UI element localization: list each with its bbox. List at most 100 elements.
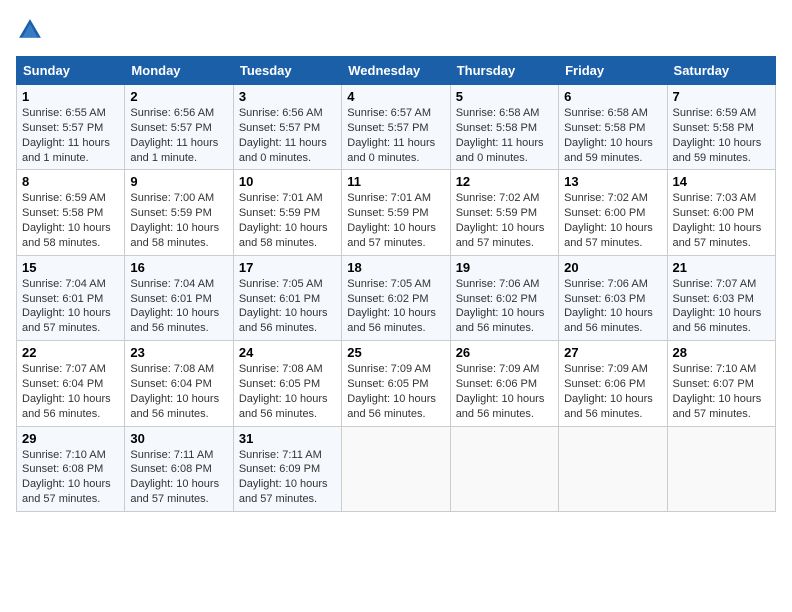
- day-number: 17: [239, 260, 336, 275]
- day-number: 9: [130, 174, 227, 189]
- day-cell-5: 5 Sunrise: 6:58 AM Sunset: 5:58 PM Dayli…: [450, 85, 558, 170]
- day-number: 1: [22, 89, 119, 104]
- day-info: Sunrise: 7:01 AM Sunset: 5:59 PM Dayligh…: [239, 191, 336, 250]
- day-number: 12: [456, 174, 553, 189]
- day-number: 8: [22, 174, 119, 189]
- logo-icon: [16, 16, 44, 44]
- day-number: 29: [22, 431, 119, 446]
- day-cell-4: 4 Sunrise: 6:57 AM Sunset: 5:57 PM Dayli…: [342, 85, 450, 170]
- day-info: Sunrise: 7:06 AM Sunset: 6:03 PM Dayligh…: [564, 277, 661, 336]
- day-info: Sunrise: 6:56 AM Sunset: 5:57 PM Dayligh…: [239, 106, 336, 165]
- day-cell-20: 20 Sunrise: 7:06 AM Sunset: 6:03 PM Dayl…: [559, 255, 667, 340]
- day-info: Sunrise: 6:58 AM Sunset: 5:58 PM Dayligh…: [564, 106, 661, 165]
- day-cell-21: 21 Sunrise: 7:07 AM Sunset: 6:03 PM Dayl…: [667, 255, 775, 340]
- day-info: Sunrise: 7:03 AM Sunset: 6:00 PM Dayligh…: [673, 191, 770, 250]
- logo: [16, 16, 48, 44]
- day-number: 5: [456, 89, 553, 104]
- day-cell-22: 22 Sunrise: 7:07 AM Sunset: 6:04 PM Dayl…: [17, 341, 125, 426]
- empty-cell: [342, 426, 450, 511]
- day-cell-7: 7 Sunrise: 6:59 AM Sunset: 5:58 PM Dayli…: [667, 85, 775, 170]
- day-info: Sunrise: 7:04 AM Sunset: 6:01 PM Dayligh…: [22, 277, 119, 336]
- day-number: 2: [130, 89, 227, 104]
- day-number: 27: [564, 345, 661, 360]
- day-cell-18: 18 Sunrise: 7:05 AM Sunset: 6:02 PM Dayl…: [342, 255, 450, 340]
- day-number: 28: [673, 345, 770, 360]
- column-header-tuesday: Tuesday: [233, 57, 341, 85]
- day-cell-24: 24 Sunrise: 7:08 AM Sunset: 6:05 PM Dayl…: [233, 341, 341, 426]
- day-cell-27: 27 Sunrise: 7:09 AM Sunset: 6:06 PM Dayl…: [559, 341, 667, 426]
- day-info: Sunrise: 6:59 AM Sunset: 5:58 PM Dayligh…: [673, 106, 770, 165]
- day-number: 14: [673, 174, 770, 189]
- day-info: Sunrise: 7:06 AM Sunset: 6:02 PM Dayligh…: [456, 277, 553, 336]
- day-number: 4: [347, 89, 444, 104]
- day-info: Sunrise: 7:05 AM Sunset: 6:01 PM Dayligh…: [239, 277, 336, 336]
- day-cell-3: 3 Sunrise: 6:56 AM Sunset: 5:57 PM Dayli…: [233, 85, 341, 170]
- day-info: Sunrise: 7:05 AM Sunset: 6:02 PM Dayligh…: [347, 277, 444, 336]
- day-number: 13: [564, 174, 661, 189]
- day-number: 31: [239, 431, 336, 446]
- day-number: 23: [130, 345, 227, 360]
- day-number: 20: [564, 260, 661, 275]
- page-header: [16, 16, 776, 44]
- day-number: 25: [347, 345, 444, 360]
- day-cell-31: 31 Sunrise: 7:11 AM Sunset: 6:09 PM Dayl…: [233, 426, 341, 511]
- day-info: Sunrise: 7:01 AM Sunset: 5:59 PM Dayligh…: [347, 191, 444, 250]
- day-info: Sunrise: 6:56 AM Sunset: 5:57 PM Dayligh…: [130, 106, 227, 165]
- day-number: 24: [239, 345, 336, 360]
- day-info: Sunrise: 6:58 AM Sunset: 5:58 PM Dayligh…: [456, 106, 553, 165]
- day-cell-8: 8 Sunrise: 6:59 AM Sunset: 5:58 PM Dayli…: [17, 170, 125, 255]
- day-info: Sunrise: 6:55 AM Sunset: 5:57 PM Dayligh…: [22, 106, 119, 165]
- column-header-sunday: Sunday: [17, 57, 125, 85]
- day-cell-29: 29 Sunrise: 7:10 AM Sunset: 6:08 PM Dayl…: [17, 426, 125, 511]
- week-row-2: 8 Sunrise: 6:59 AM Sunset: 5:58 PM Dayli…: [17, 170, 776, 255]
- day-cell-11: 11 Sunrise: 7:01 AM Sunset: 5:59 PM Dayl…: [342, 170, 450, 255]
- day-cell-9: 9 Sunrise: 7:00 AM Sunset: 5:59 PM Dayli…: [125, 170, 233, 255]
- day-info: Sunrise: 7:07 AM Sunset: 6:03 PM Dayligh…: [673, 277, 770, 336]
- day-cell-30: 30 Sunrise: 7:11 AM Sunset: 6:08 PM Dayl…: [125, 426, 233, 511]
- day-number: 3: [239, 89, 336, 104]
- week-row-4: 22 Sunrise: 7:07 AM Sunset: 6:04 PM Dayl…: [17, 341, 776, 426]
- day-number: 18: [347, 260, 444, 275]
- header-row: SundayMondayTuesdayWednesdayThursdayFrid…: [17, 57, 776, 85]
- column-header-thursday: Thursday: [450, 57, 558, 85]
- day-info: Sunrise: 7:08 AM Sunset: 6:05 PM Dayligh…: [239, 362, 336, 421]
- day-number: 21: [673, 260, 770, 275]
- day-info: Sunrise: 7:10 AM Sunset: 6:07 PM Dayligh…: [673, 362, 770, 421]
- day-cell-6: 6 Sunrise: 6:58 AM Sunset: 5:58 PM Dayli…: [559, 85, 667, 170]
- day-number: 11: [347, 174, 444, 189]
- day-info: Sunrise: 7:11 AM Sunset: 6:08 PM Dayligh…: [130, 448, 227, 507]
- day-number: 16: [130, 260, 227, 275]
- day-cell-15: 15 Sunrise: 7:04 AM Sunset: 6:01 PM Dayl…: [17, 255, 125, 340]
- day-cell-16: 16 Sunrise: 7:04 AM Sunset: 6:01 PM Dayl…: [125, 255, 233, 340]
- empty-cell: [450, 426, 558, 511]
- day-info: Sunrise: 7:09 AM Sunset: 6:05 PM Dayligh…: [347, 362, 444, 421]
- week-row-1: 1 Sunrise: 6:55 AM Sunset: 5:57 PM Dayli…: [17, 85, 776, 170]
- column-header-saturday: Saturday: [667, 57, 775, 85]
- empty-cell: [559, 426, 667, 511]
- day-number: 10: [239, 174, 336, 189]
- day-info: Sunrise: 7:07 AM Sunset: 6:04 PM Dayligh…: [22, 362, 119, 421]
- day-cell-28: 28 Sunrise: 7:10 AM Sunset: 6:07 PM Dayl…: [667, 341, 775, 426]
- day-cell-14: 14 Sunrise: 7:03 AM Sunset: 6:00 PM Dayl…: [667, 170, 775, 255]
- day-cell-25: 25 Sunrise: 7:09 AM Sunset: 6:05 PM Dayl…: [342, 341, 450, 426]
- calendar-table: SundayMondayTuesdayWednesdayThursdayFrid…: [16, 56, 776, 512]
- day-info: Sunrise: 7:00 AM Sunset: 5:59 PM Dayligh…: [130, 191, 227, 250]
- day-cell-12: 12 Sunrise: 7:02 AM Sunset: 5:59 PM Dayl…: [450, 170, 558, 255]
- day-info: Sunrise: 7:09 AM Sunset: 6:06 PM Dayligh…: [564, 362, 661, 421]
- column-header-wednesday: Wednesday: [342, 57, 450, 85]
- day-number: 26: [456, 345, 553, 360]
- day-cell-13: 13 Sunrise: 7:02 AM Sunset: 6:00 PM Dayl…: [559, 170, 667, 255]
- day-cell-23: 23 Sunrise: 7:08 AM Sunset: 6:04 PM Dayl…: [125, 341, 233, 426]
- day-info: Sunrise: 7:02 AM Sunset: 5:59 PM Dayligh…: [456, 191, 553, 250]
- day-info: Sunrise: 7:09 AM Sunset: 6:06 PM Dayligh…: [456, 362, 553, 421]
- day-number: 19: [456, 260, 553, 275]
- empty-cell: [667, 426, 775, 511]
- column-header-friday: Friday: [559, 57, 667, 85]
- day-number: 15: [22, 260, 119, 275]
- day-cell-2: 2 Sunrise: 6:56 AM Sunset: 5:57 PM Dayli…: [125, 85, 233, 170]
- column-header-monday: Monday: [125, 57, 233, 85]
- day-info: Sunrise: 7:11 AM Sunset: 6:09 PM Dayligh…: [239, 448, 336, 507]
- week-row-5: 29 Sunrise: 7:10 AM Sunset: 6:08 PM Dayl…: [17, 426, 776, 511]
- day-number: 6: [564, 89, 661, 104]
- day-info: Sunrise: 7:02 AM Sunset: 6:00 PM Dayligh…: [564, 191, 661, 250]
